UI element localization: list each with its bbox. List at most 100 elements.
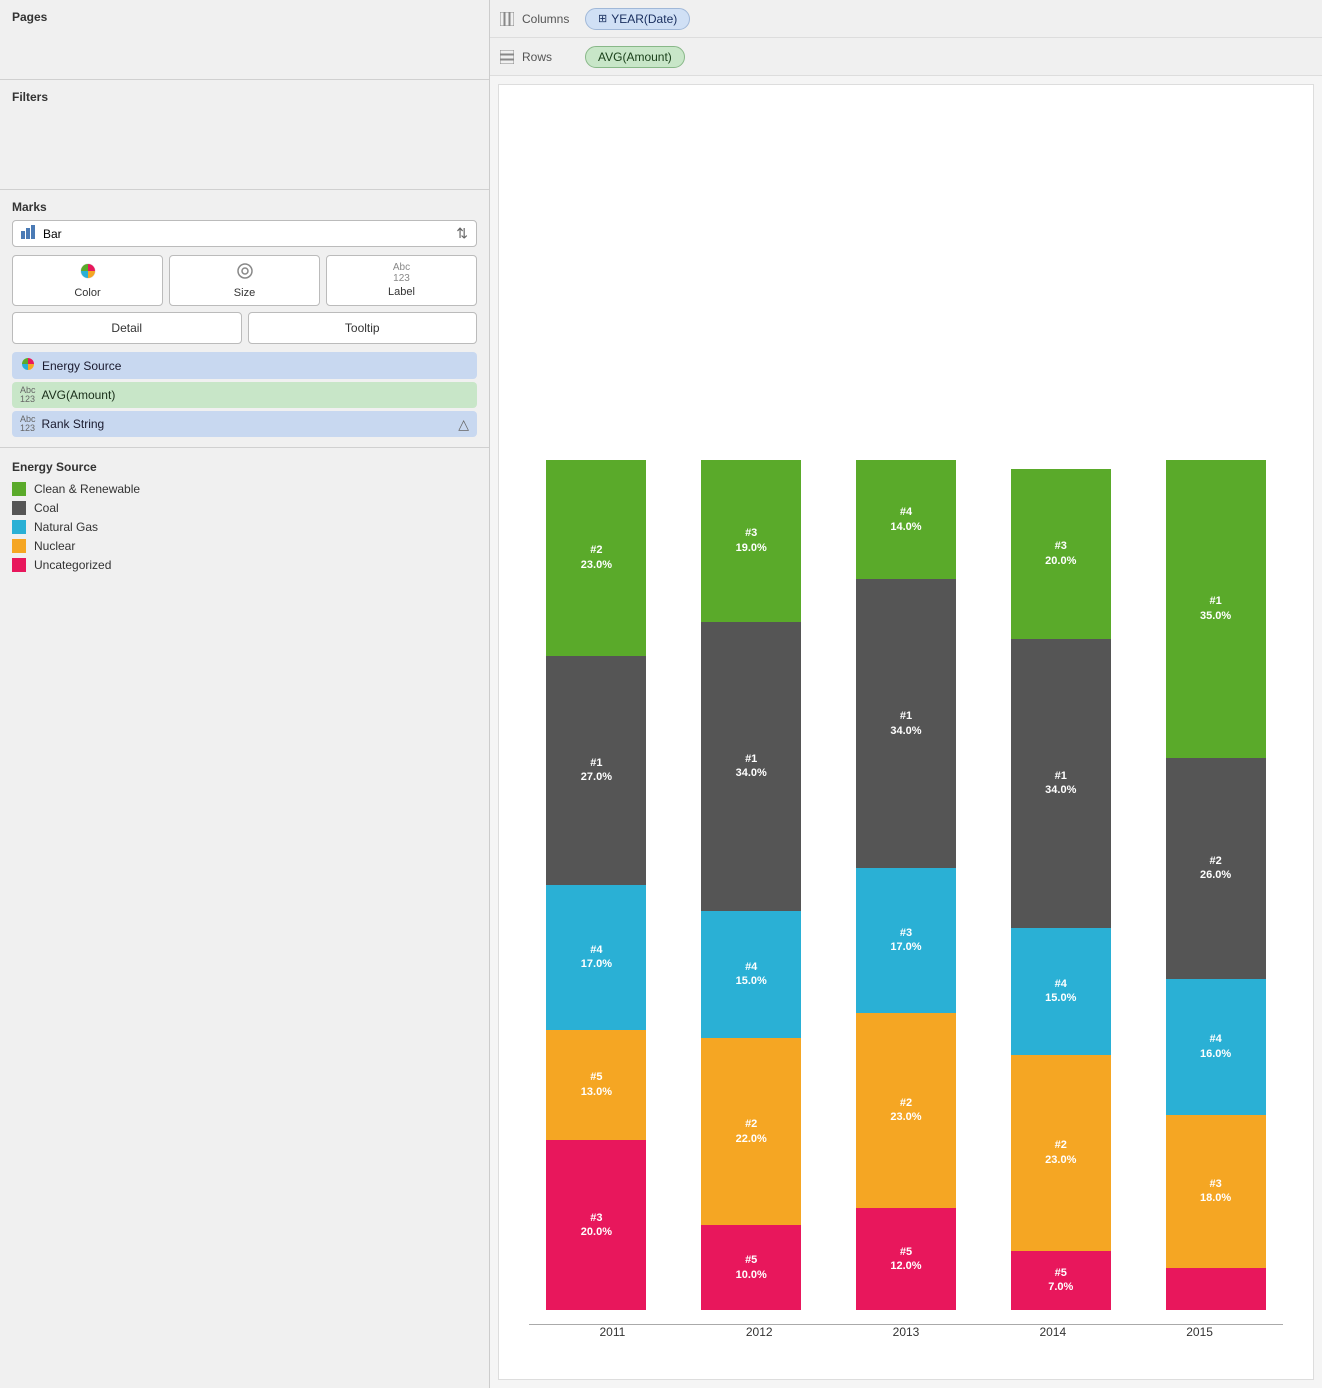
uncategorized-label: Uncategorized bbox=[34, 558, 111, 572]
marks-title: Marks bbox=[12, 200, 477, 214]
legend-item-clean[interactable]: Clean & Renewable bbox=[12, 482, 477, 496]
filters-section: Filters bbox=[0, 80, 489, 190]
bar-group-2014: #57.0%#223.0%#415.0%#134.0%#320.0% bbox=[993, 469, 1128, 1311]
stacked-bar-2014[interactable]: #57.0%#223.0%#415.0%#134.0%#320.0% bbox=[1011, 469, 1111, 1311]
pages-title: Pages bbox=[12, 10, 477, 24]
legend-section: Energy Source Clean & Renewable Coal Nat… bbox=[0, 448, 489, 589]
avg-amount-label: AVG(Amount) bbox=[42, 388, 116, 402]
bar-segment-1: #134.0% bbox=[856, 579, 956, 868]
bar-segment-3: #320.0% bbox=[1011, 469, 1111, 639]
legend-item-natural-gas[interactable]: Natural Gas bbox=[12, 520, 477, 534]
bar-segment-5 bbox=[1166, 1268, 1266, 1311]
bar-chart-icon bbox=[21, 225, 37, 242]
year-date-plus-icon: ⊞ bbox=[598, 12, 607, 25]
size-button-label: Size bbox=[234, 287, 255, 299]
legend-item-coal[interactable]: Coal bbox=[12, 501, 477, 515]
stacked-bar-2015[interactable]: #318.0%#416.0%#226.0%#135.0% bbox=[1166, 460, 1266, 1310]
x-axis-label-2012: 2012 bbox=[686, 1325, 833, 1339]
rows-label: Rows bbox=[522, 50, 577, 64]
color-button[interactable]: Color bbox=[12, 255, 163, 306]
avg-amount-field[interactable]: Abc123 AVG(Amount) bbox=[12, 382, 477, 408]
bar-segment-4: #417.0% bbox=[546, 885, 646, 1030]
avg-amount-abc-icon: Abc123 bbox=[20, 386, 36, 404]
bar-segment-1: #127.0% bbox=[546, 656, 646, 886]
marks-section: Marks Bar ⇅ bbox=[0, 190, 489, 448]
bar-segment-3: #318.0% bbox=[1166, 1115, 1266, 1268]
rows-avg-pill[interactable]: AVG(Amount) bbox=[585, 46, 685, 68]
x-axis-label-2014: 2014 bbox=[979, 1325, 1126, 1339]
bar-segment-5: #513.0% bbox=[546, 1030, 646, 1141]
x-axis: 20112012201320142015 bbox=[529, 1325, 1283, 1339]
stacked-bar-2012[interactable]: #510.0%#222.0%#415.0%#134.0%#319.0% bbox=[701, 460, 801, 1310]
coal-label: Coal bbox=[34, 501, 59, 515]
bar-segment-1: #134.0% bbox=[1011, 639, 1111, 928]
bar-segment-2: #222.0% bbox=[701, 1038, 801, 1225]
bar-segment-4: #416.0% bbox=[1166, 979, 1266, 1115]
natural-gas-label: Natural Gas bbox=[34, 520, 98, 534]
natural-gas-swatch bbox=[12, 520, 26, 534]
right-panel: Columns ⊞ YEAR(Date) Rows AVG(Amount) #3… bbox=[490, 0, 1322, 1388]
x-axis-label-2013: 2013 bbox=[833, 1325, 980, 1339]
rows-avg-label: AVG(Amount) bbox=[598, 50, 672, 64]
columns-year-label: YEAR(Date) bbox=[611, 12, 677, 26]
marks-type-dropdown[interactable]: Bar ⇅ bbox=[12, 220, 477, 247]
label-button[interactable]: Abc123 Label bbox=[326, 255, 477, 306]
filters-title: Filters bbox=[12, 90, 477, 104]
size-icon bbox=[174, 262, 315, 285]
bar-segment-3: #319.0% bbox=[701, 460, 801, 622]
bar-segment-3: #320.0% bbox=[546, 1140, 646, 1310]
columns-icon bbox=[500, 12, 514, 26]
bar-segment-3: #317.0% bbox=[856, 868, 956, 1013]
bar-group-2012: #510.0%#222.0%#415.0%#134.0%#319.0% bbox=[684, 460, 819, 1310]
bar-segment-2: #223.0% bbox=[1011, 1055, 1111, 1251]
bar-segment-4: #415.0% bbox=[1011, 928, 1111, 1056]
bar-segment-1: #135.0% bbox=[1166, 460, 1266, 758]
pages-section: Pages bbox=[0, 0, 489, 80]
dropdown-arrow-icon: ⇅ bbox=[456, 225, 468, 242]
label-button-label: Label bbox=[388, 286, 415, 298]
clean-renewable-label: Clean & Renewable bbox=[34, 482, 140, 496]
rank-string-field[interactable]: Abc123 Rank String △ bbox=[12, 411, 477, 437]
nuclear-label: Nuclear bbox=[34, 539, 75, 553]
rows-shelf: Rows AVG(Amount) bbox=[490, 38, 1322, 76]
bar-segment-5: #512.0% bbox=[856, 1208, 956, 1310]
columns-shelf: Columns ⊞ YEAR(Date) bbox=[490, 0, 1322, 38]
bar-segment-2: #223.0% bbox=[546, 460, 646, 656]
detail-button[interactable]: Detail bbox=[12, 312, 242, 344]
bar-group-2011: #320.0%#513.0%#417.0%#127.0%#223.0% bbox=[529, 460, 664, 1310]
legend-item-uncategorized[interactable]: Uncategorized bbox=[12, 558, 477, 572]
rank-string-abc-icon: Abc123 bbox=[20, 415, 36, 433]
energy-source-icon bbox=[20, 356, 36, 375]
stacked-bar-2013[interactable]: #512.0%#223.0%#317.0%#134.0%#414.0% bbox=[856, 460, 956, 1310]
marks-buttons-row2: Detail Tooltip bbox=[12, 312, 477, 344]
energy-source-field[interactable]: Energy Source bbox=[12, 352, 477, 379]
rank-string-label: Rank String bbox=[42, 417, 105, 431]
stacked-bar-2011[interactable]: #320.0%#513.0%#417.0%#127.0%#223.0% bbox=[546, 460, 646, 1310]
marks-fields: Energy Source Abc123 AVG(Amount) Abc123 … bbox=[12, 352, 477, 437]
x-axis-label-2011: 2011 bbox=[539, 1325, 686, 1339]
bar-group-2013: #512.0%#223.0%#317.0%#134.0%#414.0% bbox=[839, 460, 974, 1310]
bars-container: #320.0%#513.0%#417.0%#127.0%#223.0%#510.… bbox=[529, 105, 1283, 1320]
bar-segment-1: #134.0% bbox=[701, 622, 801, 911]
bar-group-2015: #318.0%#416.0%#226.0%#135.0% bbox=[1148, 460, 1283, 1310]
legend-title: Energy Source bbox=[12, 460, 477, 474]
left-panel: Pages Filters Marks Bar ⇅ bbox=[0, 0, 490, 1388]
label-icon: Abc123 bbox=[331, 262, 472, 284]
marks-buttons-row1: Color Size Abc123 Label bbox=[12, 255, 477, 306]
color-icon bbox=[17, 262, 158, 285]
energy-source-label: Energy Source bbox=[42, 359, 121, 373]
columns-year-pill[interactable]: ⊞ YEAR(Date) bbox=[585, 8, 690, 30]
tooltip-button-label: Tooltip bbox=[345, 321, 380, 335]
x-axis-label-2015: 2015 bbox=[1126, 1325, 1273, 1339]
bar-segment-2: #226.0% bbox=[1166, 758, 1266, 979]
clean-renewable-swatch bbox=[12, 482, 26, 496]
tooltip-button[interactable]: Tooltip bbox=[248, 312, 478, 344]
detail-button-label: Detail bbox=[111, 321, 142, 335]
rows-icon bbox=[500, 50, 514, 64]
bar-segment-5: #510.0% bbox=[701, 1225, 801, 1310]
marks-type-label: Bar bbox=[43, 227, 456, 241]
size-button[interactable]: Size bbox=[169, 255, 320, 306]
legend-item-nuclear[interactable]: Nuclear bbox=[12, 539, 477, 553]
bar-segment-4: #415.0% bbox=[701, 911, 801, 1039]
bar-segment-4: #414.0% bbox=[856, 460, 956, 579]
